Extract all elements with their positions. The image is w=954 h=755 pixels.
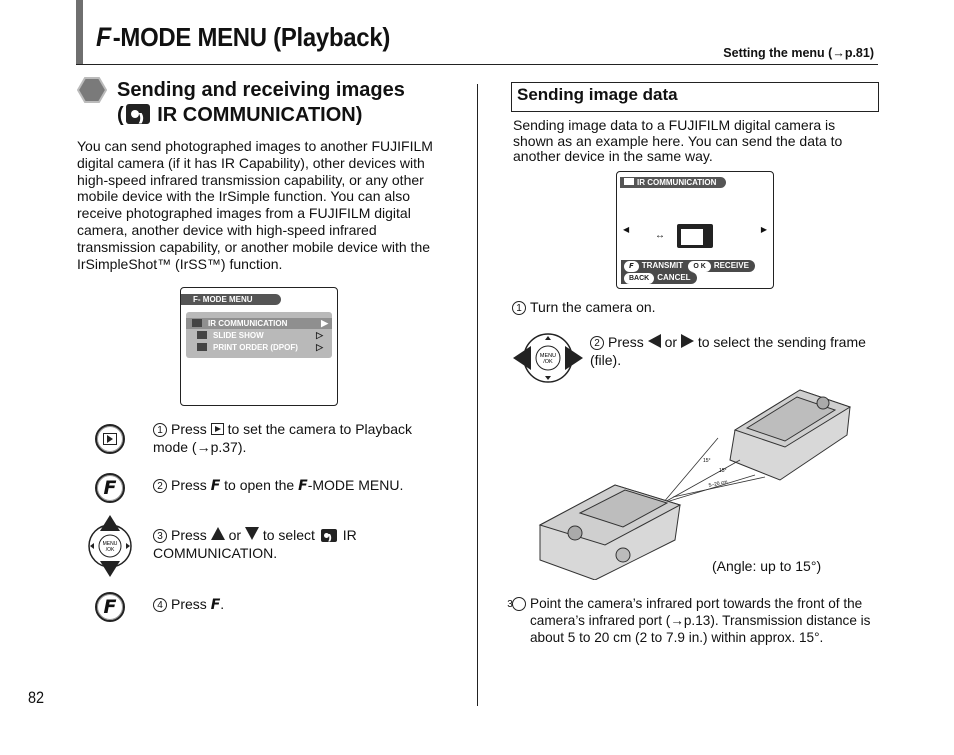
section-title: Sending and receiving images ( IR COMMUN…: [117, 78, 405, 131]
f-icon: F: [298, 478, 308, 494]
subsection-title: Sending image data: [517, 85, 678, 104]
subsection-rule: [511, 111, 878, 112]
left-step-1: 1 Press to set the camera to Playback mod…: [153, 421, 413, 455]
ir-communication-icon: [320, 529, 337, 542]
lcd-menu-header: F- MODE MENU: [181, 294, 281, 305]
right-step-2: 2 Press or to select the sending frame (f…: [590, 334, 866, 368]
f-icon: F: [210, 597, 221, 613]
triangle-down-icon: [244, 527, 259, 540]
left-step-2: 2 Press F to open the F-MODE MENU.: [153, 476, 443, 495]
triangle-right-icon: [680, 334, 694, 348]
print-icon: [197, 343, 207, 351]
svg-text:/OK: /OK: [543, 359, 553, 365]
f-icon: F: [210, 478, 221, 494]
playback-icon: [210, 423, 224, 435]
svg-text:/OK: /OK: [106, 547, 115, 553]
angle-label: 15°: [719, 468, 727, 474]
page-title: F-MODE MENU (Playback): [96, 22, 391, 52]
intro-paragraph: You can send photographed images to anot…: [77, 138, 433, 272]
lcd-menu-item[interactable]: IR COMMUNICATION ▶: [186, 318, 332, 329]
menu-reference-link[interactable]: Setting the menu (→p.81): [723, 46, 874, 60]
ir-icon: [624, 178, 634, 185]
lcd-transmit-receive-bar: F TRANSMIT O K RECEIVE: [621, 260, 755, 272]
arrow-right-icon: ▷: [316, 342, 323, 352]
right-step-3: 3 Point the camera’s infrared port toward…: [507, 596, 871, 645]
f-button-icon: F: [95, 473, 125, 503]
left-step-4: 4 Press F.: [153, 595, 413, 614]
dpad-left-right-icon: MENU /OK: [513, 333, 583, 383]
slideshow-icon: [197, 331, 207, 339]
lcd-menu-item[interactable]: SLIDE SHOW ▷: [191, 330, 327, 341]
transfer-arrows-icon: ↔: [655, 230, 665, 241]
header-accent-bar: [76, 0, 83, 65]
lcd-ir-header: IR COMMUNICATION: [620, 177, 727, 188]
playback-button-icon: [95, 424, 125, 454]
dpad-up-down-icon: MENU /OK: [88, 515, 132, 577]
ir-icon: [192, 319, 202, 327]
column-divider: [477, 84, 478, 706]
left-step-3: 3Press or to select IR COMMUNICATION.: [153, 526, 413, 562]
triangle-up-icon: [210, 527, 225, 540]
right-step-1: 1 Turn the camera on.: [512, 298, 656, 316]
f-mode-icon: F: [96, 22, 111, 52]
angle-caption: (Angle: up to 15°): [712, 558, 822, 574]
arrow-right-icon: ▶: [760, 225, 767, 234]
subsection-intro: Sending image data to a FUJIFILM digital…: [513, 117, 843, 164]
arrow-right-icon: ▷: [316, 330, 323, 340]
lcd-menu-item[interactable]: PRINT ORDER (DPOF) ▷: [191, 342, 327, 353]
arrow-right-icon: ▶: [321, 318, 328, 328]
angle-label: 15°: [703, 458, 711, 464]
camera-icon: [677, 224, 713, 248]
f-button-icon: F: [95, 592, 125, 622]
ir-transfer-illustration: 15° 15° 5–20 cm: [538, 389, 852, 580]
header-rule: [76, 64, 878, 65]
sending-camera-drawing: [538, 484, 682, 580]
ir-communication-icon: [125, 104, 150, 131]
section-hexagon-icon: [77, 77, 107, 103]
lcd-cancel-bar: BACK CANCEL: [621, 272, 697, 284]
ir-communication-screen: IR COMMUNICATION ◀ ▶ ↔ F TRANSMIT O K RECE…: [616, 171, 774, 289]
receiving-camera-drawing: [729, 389, 852, 481]
lcd-menu-list: IR COMMUNICATION ▶ SLIDE SHOW ▷ PRINT ORDE…: [186, 312, 332, 358]
triangle-left-icon: [647, 334, 661, 348]
f-mode-menu-screen: F- MODE MENU IR COMMUNICATION ▶ SLIDE SHO…: [180, 287, 338, 406]
arrow-left-icon: ◀: [623, 225, 630, 234]
page-number: 82: [28, 688, 45, 707]
